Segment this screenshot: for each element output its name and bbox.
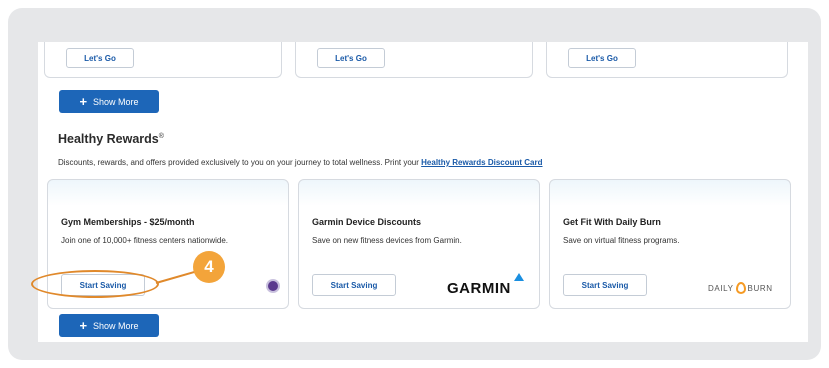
card-description: Join one of 10,000+ fitness centers nati… xyxy=(61,236,228,245)
annotation-highlight-oval xyxy=(31,270,159,298)
show-more-button[interactable]: + Show More xyxy=(59,314,159,337)
lets-go-button[interactable]: Let's Go xyxy=(317,48,385,68)
show-more-label: Show More xyxy=(93,320,139,331)
gym-badge-logo-icon xyxy=(266,279,280,293)
offer-card-partial-1: Let's Go xyxy=(44,42,282,78)
show-more-button[interactable]: + Show More xyxy=(59,90,159,113)
offer-card-partial-2: Let's Go xyxy=(295,42,533,78)
section-description: Discounts, rewards, and offers provided … xyxy=(58,158,543,167)
garmin-logo: GARMIN xyxy=(447,273,533,297)
card-title: Garmin Device Discounts xyxy=(312,217,422,227)
garmin-discounts-card: Garmin Device Discounts Save on new fitn… xyxy=(298,179,540,309)
content-viewport: Let's Go Let's Go Let's Go + Show More H… xyxy=(38,42,808,342)
lets-go-button[interactable]: Let's Go xyxy=(66,48,134,68)
annotation-step-badge: 4 xyxy=(193,251,225,283)
flame-icon xyxy=(735,282,746,294)
card-description: Save on virtual fitness programs. xyxy=(563,236,680,245)
discount-card-link[interactable]: Healthy Rewards Discount Card xyxy=(421,158,542,167)
daily-burn-card: Get Fit With Daily Burn Save on virtual … xyxy=(549,179,791,309)
daily-burn-logo: DAILY BURN xyxy=(708,282,773,294)
section-title-text: Healthy Rewards xyxy=(58,132,159,146)
show-more-label: Show More xyxy=(93,96,139,107)
registered-mark: ® xyxy=(158,132,164,140)
card-title: Gym Memberships - $25/month xyxy=(61,217,195,227)
section-title: Healthy Rewards® xyxy=(58,132,164,146)
card-description: Save on new fitness devices from Garmin. xyxy=(312,236,462,245)
offer-card-partial-3: Let's Go xyxy=(546,42,788,78)
start-saving-button[interactable]: Start Saving xyxy=(563,274,647,296)
plus-icon: + xyxy=(79,94,88,109)
start-saving-button[interactable]: Start Saving xyxy=(312,274,396,296)
daily-burn-word-right: BURN xyxy=(747,283,773,293)
plus-icon: + xyxy=(79,318,88,333)
section-description-text: Discounts, rewards, and offers provided … xyxy=(58,158,422,167)
garmin-wordmark: GARMIN xyxy=(447,280,511,297)
lets-go-button[interactable]: Let's Go xyxy=(568,48,636,68)
daily-burn-word-left: DAILY xyxy=(708,283,734,293)
garmin-triangle-icon xyxy=(514,273,524,281)
card-title: Get Fit With Daily Burn xyxy=(563,217,661,227)
